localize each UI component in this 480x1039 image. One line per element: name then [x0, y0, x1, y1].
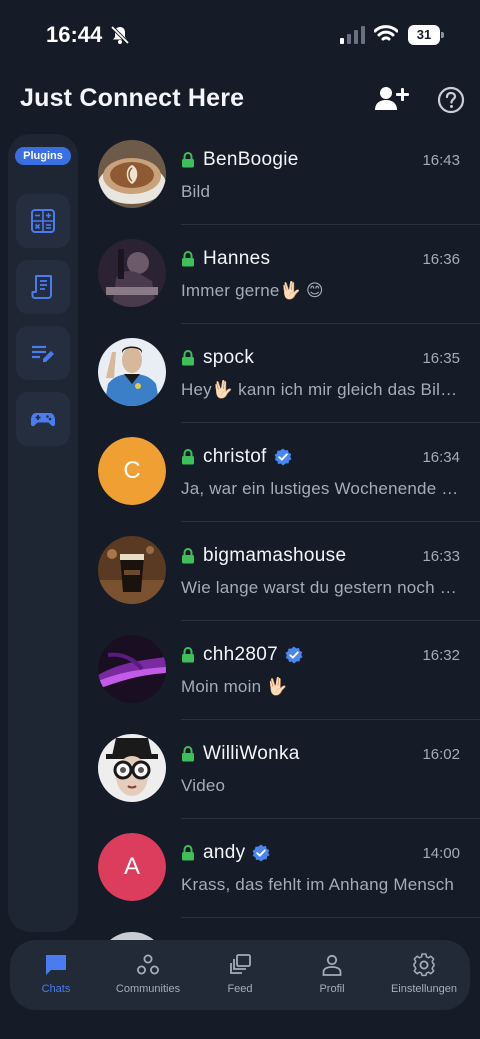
lock-icon — [182, 251, 194, 267]
nav-profile[interactable]: Profil — [286, 940, 378, 1010]
app-title: Just Connect Here — [20, 84, 245, 112]
avatar — [98, 239, 166, 307]
chat-preview: Hey🖖🏻 kann ich mir gleich das Bild ansch… — [181, 380, 463, 399]
lock-icon — [182, 845, 194, 861]
chat-name: Hannes — [203, 248, 271, 269]
bell-muted-icon — [110, 25, 130, 45]
chat-preview: Bild — [181, 182, 211, 201]
status-time: 16:44 — [46, 22, 103, 47]
gamepad-icon — [31, 413, 55, 427]
chat-row[interactable]: C christof 16:34 Ja, war ein lustiges Wo… — [80, 423, 480, 522]
bottom-nav: Chats Communities Feed Profil Einstellun… — [10, 940, 470, 1010]
lock-icon — [182, 746, 194, 762]
verified-icon — [274, 448, 292, 466]
battery-indicator: 31 — [408, 25, 444, 45]
help-button[interactable] — [436, 85, 466, 115]
avatar — [98, 536, 166, 604]
chat-name: christof — [203, 446, 267, 467]
chat-row[interactable]: spock 16:35 Hey🖖🏻 kann ich mir gleich da… — [80, 324, 480, 423]
chat-time: 16:02 — [422, 746, 460, 763]
avatar-letter: A — [98, 833, 166, 901]
lock-icon — [182, 647, 194, 663]
chat-time: 16:35 — [422, 350, 460, 367]
plugin-games-button[interactable] — [16, 392, 70, 446]
chat-time: 16:34 — [422, 449, 460, 466]
avatar — [98, 932, 166, 940]
plugin-receipt-button[interactable] — [16, 260, 70, 314]
nav-label: Communities — [115, 983, 181, 995]
battery-level: 31 — [416, 27, 432, 42]
chat-row[interactable] — [80, 918, 480, 940]
receipt-icon — [31, 275, 52, 299]
avatar: A — [98, 833, 166, 901]
lock-icon — [182, 350, 194, 366]
nav-label: Einstellungen — [390, 983, 458, 995]
plugin-notes-button[interactable] — [16, 326, 70, 380]
help-icon — [437, 86, 465, 114]
chat-row[interactable]: Hannes 16:36 Immer gerne🖖🏻 😊 — [80, 225, 480, 324]
communities-icon — [137, 954, 159, 975]
plugin-sidebar: Plugins — [8, 134, 78, 932]
chat-preview: Krass, das fehlt im Anhang Mensch — [181, 875, 455, 894]
add-user-button[interactable] — [374, 84, 410, 114]
calculator-icon — [31, 209, 55, 233]
wifi-icon — [374, 25, 398, 41]
feed-icon — [230, 954, 251, 974]
chat-icon — [46, 955, 66, 975]
nav-communities[interactable]: Communities — [102, 940, 194, 1010]
chat-name: andy — [203, 842, 246, 863]
chat-row[interactable]: chh2807 16:32 Moin moin 🖖🏻 — [80, 621, 480, 720]
avatar — [98, 635, 166, 703]
verified-icon — [285, 646, 303, 664]
chat-row[interactable]: WilliWonka 16:02 Video — [80, 720, 480, 819]
status-bar: 16:44 31 — [0, 0, 480, 70]
chat-name: bigmamashouse — [203, 545, 347, 566]
nav-chats[interactable]: Chats — [10, 940, 102, 1010]
signal-icon — [340, 26, 365, 44]
nav-feed[interactable]: Feed — [194, 940, 286, 1010]
avatar — [98, 734, 166, 802]
nav-label: Feed — [227, 983, 253, 995]
chat-name: spock — [203, 347, 255, 368]
avatar — [98, 140, 166, 208]
lock-icon — [182, 449, 194, 465]
chat-row[interactable]: BenBoogie 16:43 Bild — [80, 126, 480, 225]
notes-edit-icon — [32, 345, 54, 362]
add-user-icon — [375, 87, 409, 110]
chat-row[interactable]: bigmamashouse 16:33 Wie lange warst du g… — [80, 522, 480, 621]
chat-name: WilliWonka — [203, 743, 300, 764]
lock-icon — [182, 152, 194, 168]
chat-preview: Ja, war ein lustiges Wochenende mit euch — [181, 479, 463, 498]
chat-preview: Immer gerne🖖🏻 😊 — [181, 281, 324, 300]
verified-icon — [252, 844, 270, 862]
plugin-calculator-button[interactable] — [16, 194, 70, 248]
chat-time: 16:32 — [422, 647, 460, 664]
chat-row[interactable]: A andy 14:00 Krass, das fehlt im Anhang … — [80, 819, 480, 918]
nav-label: Chats — [41, 983, 71, 995]
nav-label: Profil — [319, 983, 345, 995]
settings-icon — [413, 953, 435, 977]
nav-settings[interactable]: Einstellungen — [378, 940, 470, 1010]
chat-name: BenBoogie — [203, 149, 299, 170]
chat-name: chh2807 — [203, 644, 279, 665]
profile-icon — [322, 954, 342, 976]
plugins-badge: Plugins — [15, 147, 71, 165]
chat-preview: Video — [181, 776, 226, 795]
lock-icon — [182, 548, 194, 564]
chat-time: 16:33 — [422, 548, 460, 565]
chat-preview: Wie lange warst du gestern noch unterweg… — [181, 578, 463, 597]
chat-time: 14:00 — [422, 845, 460, 862]
chat-list: BenBoogie 16:43 Bild Hannes 16:36 Immer … — [80, 126, 480, 940]
avatar-letter: C — [98, 437, 166, 505]
chat-preview: Moin moin 🖖🏻 — [181, 677, 288, 696]
avatar — [98, 338, 166, 406]
chat-time: 16:43 — [422, 152, 460, 169]
avatar: C — [98, 437, 166, 505]
chat-time: 16:36 — [422, 251, 460, 268]
